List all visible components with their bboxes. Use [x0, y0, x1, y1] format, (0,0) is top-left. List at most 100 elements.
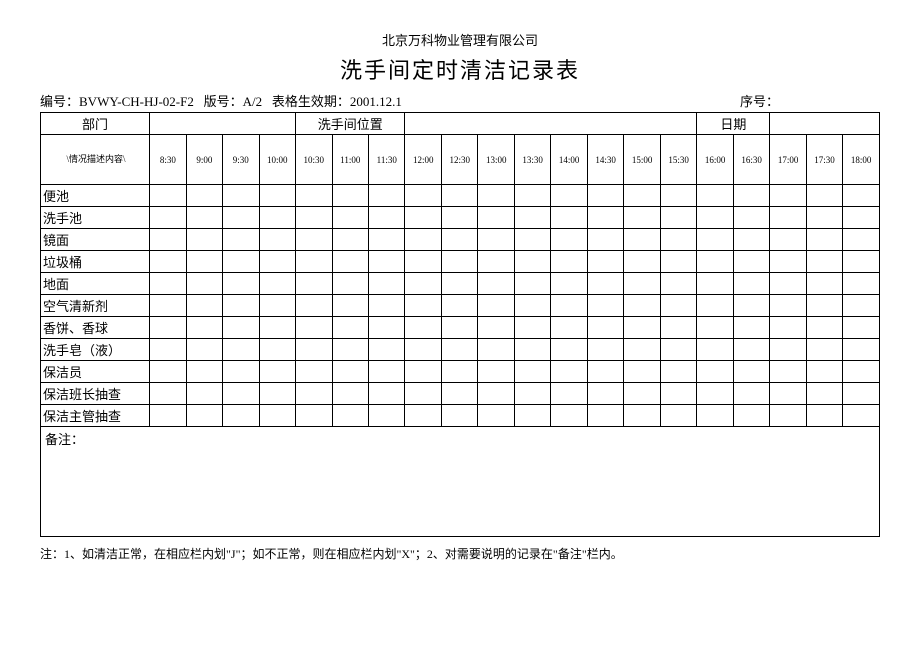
time-col: 8:30	[150, 135, 186, 185]
date-value	[770, 113, 880, 135]
effective-label: 表格生效期：	[272, 94, 350, 109]
time-col: 17:00	[770, 135, 806, 185]
record-cell	[405, 273, 441, 295]
record-cell	[770, 185, 806, 207]
record-cell	[733, 339, 769, 361]
record-cell	[624, 295, 660, 317]
record-cell	[697, 251, 733, 273]
record-cell	[405, 317, 441, 339]
row-label: 洗手皂（液）	[41, 339, 150, 361]
time-col: 14:30	[587, 135, 623, 185]
record-cell	[770, 229, 806, 251]
row-label: 空气清新剂	[41, 295, 150, 317]
record-cell	[259, 251, 295, 273]
record-cell	[514, 185, 550, 207]
record-cell	[624, 317, 660, 339]
record-cell	[186, 185, 222, 207]
record-cell	[697, 361, 733, 383]
record-cell	[806, 185, 842, 207]
time-col: 15:30	[660, 135, 696, 185]
record-cell	[369, 405, 405, 427]
record-cell	[806, 251, 842, 273]
record-cell	[259, 405, 295, 427]
record-cell	[332, 317, 368, 339]
record-cell	[223, 185, 259, 207]
code-label: 编号：	[40, 94, 79, 109]
record-cell	[369, 251, 405, 273]
time-col: 18:00	[843, 135, 880, 185]
record-cell	[587, 185, 623, 207]
record-cell	[150, 229, 186, 251]
record-cell	[223, 207, 259, 229]
desc-label: \情况描述内容\	[41, 135, 150, 185]
record-cell	[223, 273, 259, 295]
record-cell	[441, 229, 477, 251]
location-label: 洗手间位置	[296, 113, 405, 135]
row-label: 镜面	[41, 229, 150, 251]
table-row: 镜面	[41, 229, 880, 251]
record-cell	[514, 383, 550, 405]
record-cell	[660, 339, 696, 361]
record-cell	[843, 383, 880, 405]
record-cell	[259, 273, 295, 295]
record-cell	[441, 339, 477, 361]
record-cell	[843, 405, 880, 427]
record-cell	[551, 317, 587, 339]
record-cell	[150, 339, 186, 361]
record-cell	[186, 361, 222, 383]
record-cell	[806, 207, 842, 229]
time-col: 16:00	[697, 135, 733, 185]
record-cell	[405, 383, 441, 405]
record-cell	[624, 229, 660, 251]
record-cell	[478, 229, 514, 251]
record-cell	[150, 185, 186, 207]
record-cell	[733, 405, 769, 427]
record-cell	[514, 295, 550, 317]
record-cell	[660, 317, 696, 339]
table-row: 空气清新剂	[41, 295, 880, 317]
record-cell	[733, 383, 769, 405]
record-cell	[332, 383, 368, 405]
record-cell	[441, 361, 477, 383]
record-cell	[405, 339, 441, 361]
remarks-cell: 备注：	[41, 427, 880, 537]
record-cell	[186, 339, 222, 361]
record-cell	[551, 405, 587, 427]
record-cell	[514, 339, 550, 361]
record-cell	[332, 361, 368, 383]
record-cell	[770, 317, 806, 339]
record-cell	[660, 383, 696, 405]
record-cell	[733, 273, 769, 295]
record-cell	[806, 383, 842, 405]
record-cell	[660, 361, 696, 383]
record-cell	[405, 207, 441, 229]
record-cell	[587, 383, 623, 405]
row-label: 便池	[41, 185, 150, 207]
record-cell	[843, 361, 880, 383]
record-cell	[296, 251, 332, 273]
record-cell	[514, 251, 550, 273]
time-col: 16:30	[733, 135, 769, 185]
record-cell	[332, 229, 368, 251]
table-row: 洗手皂（液）	[41, 339, 880, 361]
record-cell	[843, 317, 880, 339]
record-cell	[478, 383, 514, 405]
record-cell	[697, 207, 733, 229]
record-cell	[405, 361, 441, 383]
record-cell	[369, 361, 405, 383]
meta-line: 编号：BVWY-CH-HJ-02-F2 版号：A/2 表格生效期：2001.12…	[40, 91, 880, 110]
record-cell	[478, 207, 514, 229]
record-cell	[441, 383, 477, 405]
record-cell	[223, 317, 259, 339]
record-cell	[223, 383, 259, 405]
record-cell	[587, 251, 623, 273]
row-label: 洗手池	[41, 207, 150, 229]
record-cell	[806, 295, 842, 317]
record-cell	[551, 339, 587, 361]
record-cell	[259, 317, 295, 339]
record-cell	[223, 295, 259, 317]
footnote: 注：1、如清洁正常，在相应栏内划"J"；如不正常，则在相应栏内划"X"；2、对需…	[40, 545, 880, 562]
record-cell	[697, 295, 733, 317]
record-cell	[551, 361, 587, 383]
record-cell	[186, 405, 222, 427]
